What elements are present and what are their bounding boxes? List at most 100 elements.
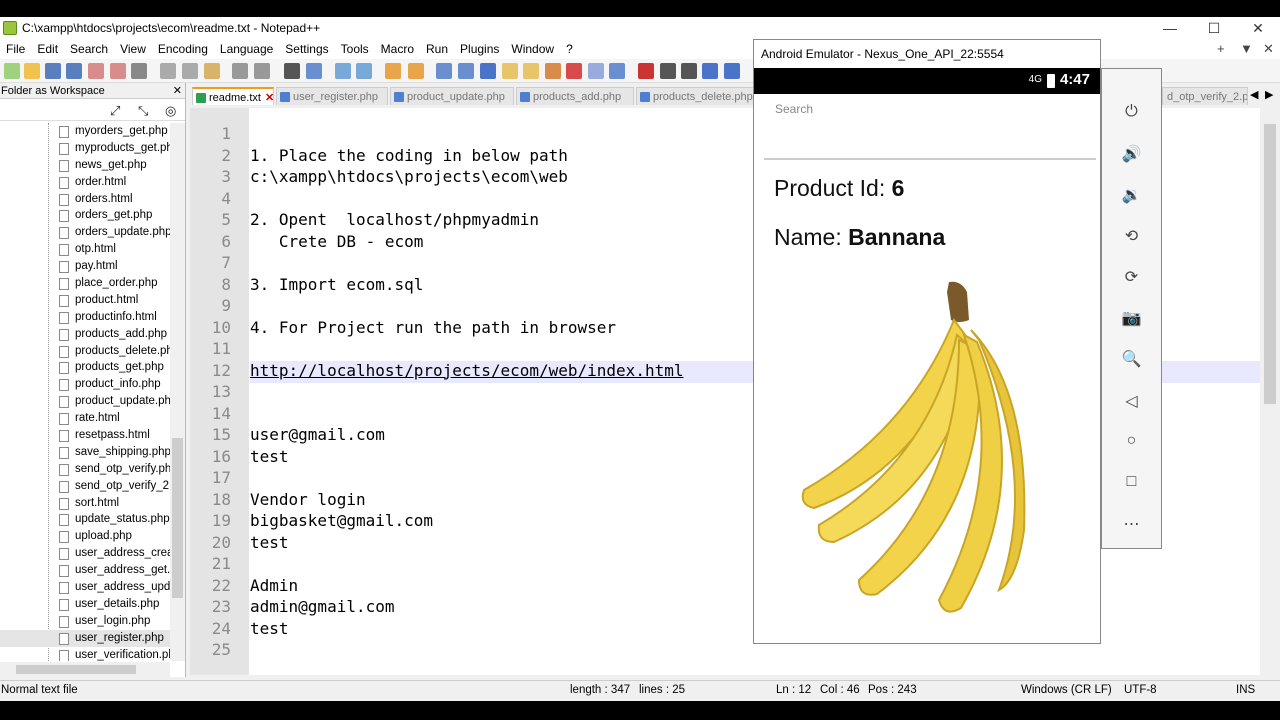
menu-run[interactable]: Run (420, 42, 454, 56)
file-tree-item[interactable]: upload.php (0, 528, 170, 545)
save-icon[interactable] (45, 63, 61, 79)
file-tree-item[interactable]: pay.html (0, 258, 170, 275)
more-icon[interactable]: ⋯ (1102, 514, 1161, 534)
indent-guide-icon[interactable] (480, 63, 496, 79)
close-file-icon[interactable] (88, 63, 104, 79)
open-file-icon[interactable] (24, 63, 40, 79)
file-tree-item[interactable]: user_address_create (0, 545, 170, 562)
rotate-left-icon[interactable]: ⟲ (1102, 226, 1161, 246)
tab-user-register[interactable]: user_register.php (276, 87, 388, 105)
overview-icon[interactable]: □ (1102, 473, 1161, 491)
show-all-chars-icon[interactable] (458, 63, 474, 79)
file-tree-item[interactable]: user_address_upda (0, 579, 170, 596)
file-tree-item[interactable]: update_status.php (0, 511, 170, 528)
tab-scroll-right-icon[interactable]: ▶ (1265, 88, 1273, 101)
expand-all-icon[interactable]: ⤢ (110, 103, 120, 119)
file-tree-item[interactable]: products_add.php (0, 326, 170, 343)
undo-icon[interactable] (232, 63, 248, 79)
file-tree-item[interactable]: user_verification.ph (0, 647, 170, 661)
file-tree-item[interactable]: news_get.php (0, 157, 170, 174)
file-tree-item[interactable]: orders_get.php (0, 207, 170, 224)
menu-language[interactable]: Language (214, 42, 279, 56)
file-tree-vertical-scrollbar[interactable] (170, 123, 185, 661)
tab-products-add[interactable]: products_add.php (516, 87, 634, 105)
close-all-icon[interactable] (110, 63, 126, 79)
folder-workspace-icon[interactable] (566, 63, 582, 79)
file-tree-item[interactable]: rate.html (0, 410, 170, 427)
copy-icon[interactable] (182, 63, 198, 79)
stop-macro-icon[interactable] (660, 63, 676, 79)
tab-products-delete[interactable]: products_delete.php (636, 87, 754, 105)
menu-tools[interactable]: Tools (335, 42, 375, 56)
menu-encoding[interactable]: Encoding (152, 42, 214, 56)
menu-edit[interactable]: Edit (31, 42, 64, 56)
file-tree-item[interactable]: user_address_get.p (0, 562, 170, 579)
file-tree-item[interactable]: resetpass.html (0, 427, 170, 444)
tab-scroll-left-icon[interactable]: ◀ (1250, 88, 1258, 101)
close-panel-icon[interactable]: ✕ (173, 83, 182, 99)
file-tree-item[interactable]: products_delete.ph (0, 343, 170, 360)
word-wrap-icon[interactable] (436, 63, 452, 79)
menu-macro[interactable]: Macro (375, 42, 420, 56)
volume-up-icon[interactable]: 🔊 (1102, 144, 1161, 164)
menu-plugins[interactable]: Plugins (454, 42, 505, 56)
menu-window[interactable]: Window (505, 42, 560, 56)
scrollbar-thumb[interactable] (172, 438, 183, 598)
menu-search[interactable]: Search (64, 42, 114, 56)
power-icon[interactable]: ⏻ (1102, 103, 1161, 121)
file-tree-item[interactable]: sort.html (0, 495, 170, 512)
file-tree-item[interactable]: myproducts_get.ph (0, 140, 170, 157)
zoom-icon[interactable]: 🔍 (1102, 349, 1161, 369)
lang-define-icon[interactable] (502, 63, 518, 79)
file-tree-item[interactable]: save_shipping.php (0, 444, 170, 461)
file-tree-item[interactable]: orders.html (0, 191, 170, 208)
search-input[interactable]: Search (775, 102, 813, 116)
file-tree-item[interactable]: product_info.php (0, 376, 170, 393)
menu-settings[interactable]: Settings (279, 42, 334, 56)
file-tree-item[interactable]: otp.html (0, 241, 170, 258)
close-tab-button[interactable]: ✕ (1263, 39, 1274, 59)
tab-list-button[interactable]: ▼ (1240, 39, 1253, 59)
doc-map-icon[interactable] (523, 63, 539, 79)
menu-file[interactable]: File (0, 42, 31, 56)
scrollbar-thumb[interactable] (16, 665, 136, 674)
cut-icon[interactable] (160, 63, 176, 79)
file-tree-item[interactable]: user_details.php (0, 596, 170, 613)
file-tree-item[interactable]: send_otp_verify.ph (0, 461, 170, 478)
tab-readme[interactable]: readme.txt ✕ (192, 87, 274, 105)
minimize-button[interactable]: — (1148, 17, 1192, 39)
replace-icon[interactable] (306, 63, 322, 79)
file-tree-item[interactable]: myorders_get.php (0, 123, 170, 140)
menu-help[interactable]: ? (560, 42, 579, 56)
hyperlink-line[interactable]: http://localhost/projects/ecom/web/index… (250, 361, 683, 380)
close-button[interactable]: ✕ (1236, 17, 1280, 39)
file-tree-item[interactable]: product.html (0, 292, 170, 309)
locate-file-icon[interactable]: ◎ (165, 103, 176, 119)
file-tree-item[interactable]: user_register.php (0, 629, 170, 647)
eol-format[interactable]: Windows (CR LF) (1021, 684, 1112, 696)
file-tree-item[interactable]: orders_update.php (0, 224, 170, 241)
zoom-out-icon[interactable] (356, 63, 372, 79)
function-list-icon[interactable] (545, 63, 561, 79)
tab-close-icon[interactable]: ✕ (265, 92, 273, 104)
paste-icon[interactable] (204, 63, 220, 79)
print-icon[interactable] (131, 63, 147, 79)
file-tree-item[interactable]: order.html (0, 174, 170, 191)
camera-icon[interactable]: 📷 (1102, 308, 1161, 328)
monitor-icon[interactable] (588, 63, 604, 79)
file-tree-item[interactable]: send_otp_verify_2.p (0, 478, 170, 495)
eye-icon[interactable] (609, 63, 625, 79)
editor-vertical-scrollbar[interactable] (1260, 104, 1280, 674)
collapse-all-icon[interactable]: ⤡ (138, 103, 148, 119)
file-tree-item[interactable]: user_login.php (0, 613, 170, 630)
new-tab-button[interactable]: + (1217, 39, 1225, 59)
rotate-right-icon[interactable]: ⟳ (1102, 267, 1161, 287)
save-all-icon[interactable] (66, 63, 82, 79)
record-macro-icon[interactable] (638, 63, 654, 79)
maximize-button[interactable]: ☐ (1192, 17, 1236, 39)
file-tree-item[interactable]: products_get.php (0, 359, 170, 376)
scrollbar-thumb[interactable] (1264, 124, 1276, 404)
encoding-status[interactable]: UTF-8 (1124, 684, 1157, 696)
tab-send-otp-verify-2[interactable]: d_otp_verify_2.php (1162, 87, 1248, 105)
file-tree-item[interactable]: product_update.ph (0, 393, 170, 410)
